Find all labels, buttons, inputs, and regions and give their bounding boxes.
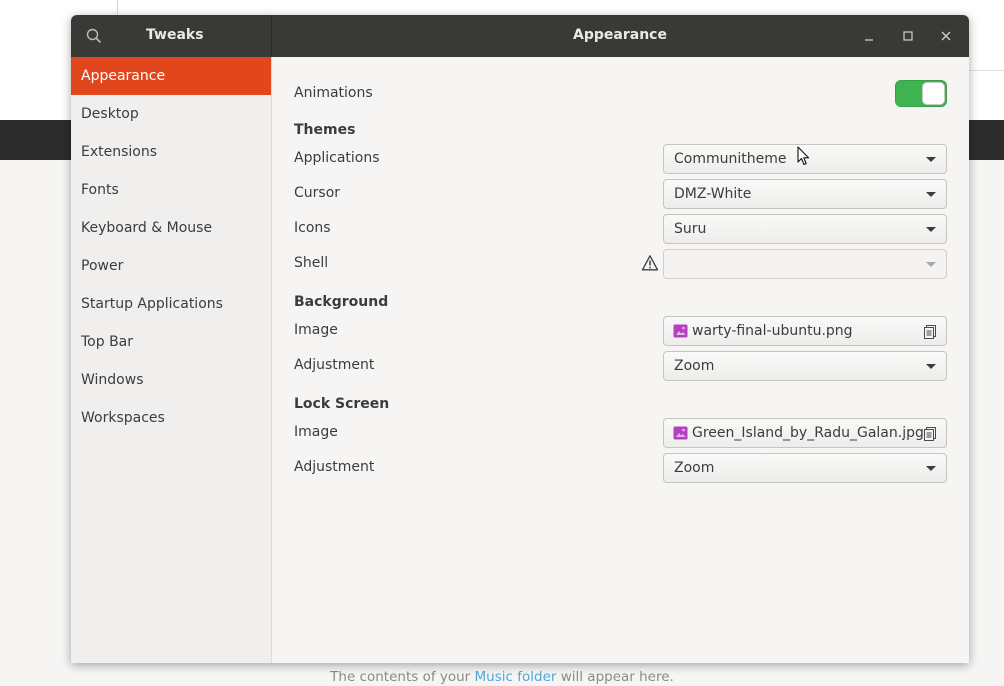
sidebar-item-top-bar[interactable]: Top Bar [71, 323, 271, 361]
sidebar-item-windows[interactable]: Windows [71, 361, 271, 399]
tweaks-window: Tweaks Appearance Appearance Desktop Ext… [71, 15, 969, 663]
sidebar-item-desktop[interactable]: Desktop [71, 95, 271, 133]
background-adjustment-label: Adjustment [294, 357, 375, 373]
sidebar-item-keyboard-mouse[interactable]: Keyboard & Mouse [71, 209, 271, 247]
title-bar[interactable]: Tweaks Appearance [71, 15, 969, 57]
background-heading: Background [294, 294, 389, 310]
sidebar-item-startup-applications[interactable]: Startup Applications [71, 285, 271, 323]
background-image-label: Image [294, 322, 338, 338]
lock-screen-image-chooser[interactable]: Green_Island_by_Radu_Galan.jpg [663, 418, 947, 448]
image-file-icon [673, 426, 688, 440]
mouse-cursor-icon [797, 146, 810, 166]
warning-icon [641, 255, 659, 271]
search-icon[interactable] [85, 27, 103, 45]
sidebar-item-power[interactable]: Power [71, 247, 271, 285]
dropdown-arrow-icon [926, 192, 936, 197]
sidebar-item-fonts[interactable]: Fonts [71, 171, 271, 209]
minimize-icon [865, 39, 873, 41]
cursor-combo[interactable]: DMZ-White [663, 179, 947, 209]
dropdown-arrow-icon [926, 262, 936, 267]
background-status-text: The contents of your Music folder will a… [330, 669, 674, 685]
close-button[interactable] [936, 26, 956, 46]
lock-screen-adjustment-label: Adjustment [294, 459, 375, 475]
background-divider [117, 0, 118, 16]
sidebar: Appearance Desktop Extensions Fonts Keyb… [71, 57, 272, 663]
lock-screen-image-label: Image [294, 424, 338, 440]
dropdown-arrow-icon [926, 227, 936, 232]
animations-label: Animations [294, 85, 373, 101]
cursor-label: Cursor [294, 185, 341, 201]
lock-screen-adjustment-combo[interactable]: Zoom [663, 453, 947, 483]
background-adjustment-combo[interactable]: Zoom [663, 351, 947, 381]
applications-label: Applications [294, 150, 380, 166]
dropdown-arrow-icon [926, 364, 936, 369]
themes-heading: Themes [294, 122, 356, 138]
maximize-icon [903, 31, 913, 41]
dropdown-arrow-icon [926, 157, 936, 162]
shell-label: Shell [294, 255, 329, 271]
document-icon [924, 427, 936, 441]
shell-combo[interactable] [663, 249, 947, 279]
toggle-knob [922, 82, 945, 105]
maximize-button[interactable] [898, 26, 918, 46]
document-icon [924, 325, 936, 339]
background-app-strip [969, 16, 1004, 71]
appearance-panel: Animations Themes Applications Communith… [272, 57, 969, 663]
animations-toggle[interactable] [895, 80, 947, 107]
lock-screen-heading: Lock Screen [294, 396, 390, 412]
icons-label: Icons [294, 220, 331, 236]
sidebar-header: Tweaks [71, 15, 272, 57]
dropdown-arrow-icon [926, 466, 936, 471]
sidebar-item-appearance[interactable]: Appearance [71, 57, 271, 95]
icons-combo[interactable]: Suru [663, 214, 947, 244]
close-icon [941, 31, 951, 41]
music-folder-link[interactable]: Music folder [475, 669, 557, 685]
sidebar-item-workspaces[interactable]: Workspaces [71, 399, 271, 437]
sidebar-item-extensions[interactable]: Extensions [71, 133, 271, 171]
image-file-icon [673, 324, 688, 338]
minimize-button[interactable] [860, 26, 880, 46]
app-title: Tweaks [146, 27, 204, 43]
background-image-chooser[interactable]: warty-final-ubuntu.png [663, 316, 947, 346]
